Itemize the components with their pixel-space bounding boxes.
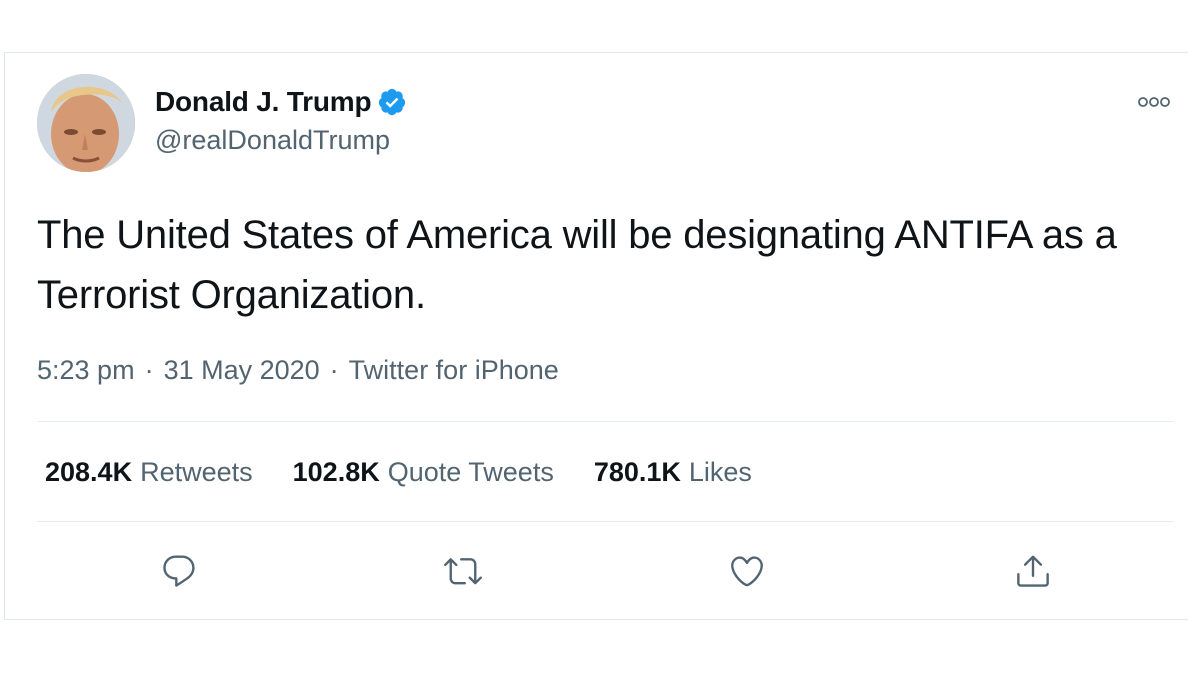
author-name[interactable]: Donald J. Trump: [155, 86, 372, 118]
divider: [37, 421, 1173, 422]
share-button[interactable]: [1011, 549, 1055, 593]
tweet-text: The United States of America will be des…: [37, 213, 1117, 317]
meta-separator: ·: [144, 355, 154, 385]
quote-tweets-count: 102.8K: [292, 457, 380, 487]
divider: [37, 521, 1173, 522]
stats-row: 208.4K Retweets 102.8K Quote Tweets 780.…: [45, 457, 792, 488]
verified-badge-icon: [377, 87, 407, 117]
tweet-meta: 5:23 pm · 31 May 2020 · Twitter for iPho…: [37, 355, 559, 386]
tweet-time[interactable]: 5:23 pm: [37, 355, 135, 386]
tweet-source[interactable]: Twitter for iPhone: [349, 355, 559, 386]
more-options-icon[interactable]: [1136, 95, 1172, 109]
like-button[interactable]: [725, 549, 769, 593]
quote-tweets-stat[interactable]: 102.8K Quote Tweets: [293, 457, 554, 488]
share-icon: [1017, 555, 1049, 587]
likes-stat[interactable]: 780.1K Likes: [594, 457, 752, 488]
retweets-label: Retweets: [140, 457, 253, 487]
avatar[interactable]: [37, 74, 135, 172]
tweet-date[interactable]: 31 May 2020: [164, 355, 320, 386]
author-handle[interactable]: @realDonaldTrump: [155, 125, 390, 156]
likes-label: Likes: [688, 457, 752, 487]
tweet-card: Donald J. Trump @realDonaldTrump The Uni…: [4, 52, 1188, 620]
quote-tweets-label: Quote Tweets: [387, 457, 554, 487]
action-bar: [5, 549, 1188, 593]
retweet-icon: [444, 558, 482, 585]
reply-icon: [163, 555, 195, 587]
likes-count: 780.1K: [593, 457, 681, 487]
retweets-stat[interactable]: 208.4K Retweets: [45, 457, 253, 488]
author-name-row: Donald J. Trump: [155, 85, 407, 119]
retweet-button[interactable]: [441, 549, 485, 593]
meta-separator: ·: [329, 355, 339, 385]
retweets-count: 208.4K: [45, 457, 133, 487]
heart-icon: [731, 556, 763, 587]
avatar-portrait: [37, 74, 135, 172]
reply-button[interactable]: [157, 549, 201, 593]
